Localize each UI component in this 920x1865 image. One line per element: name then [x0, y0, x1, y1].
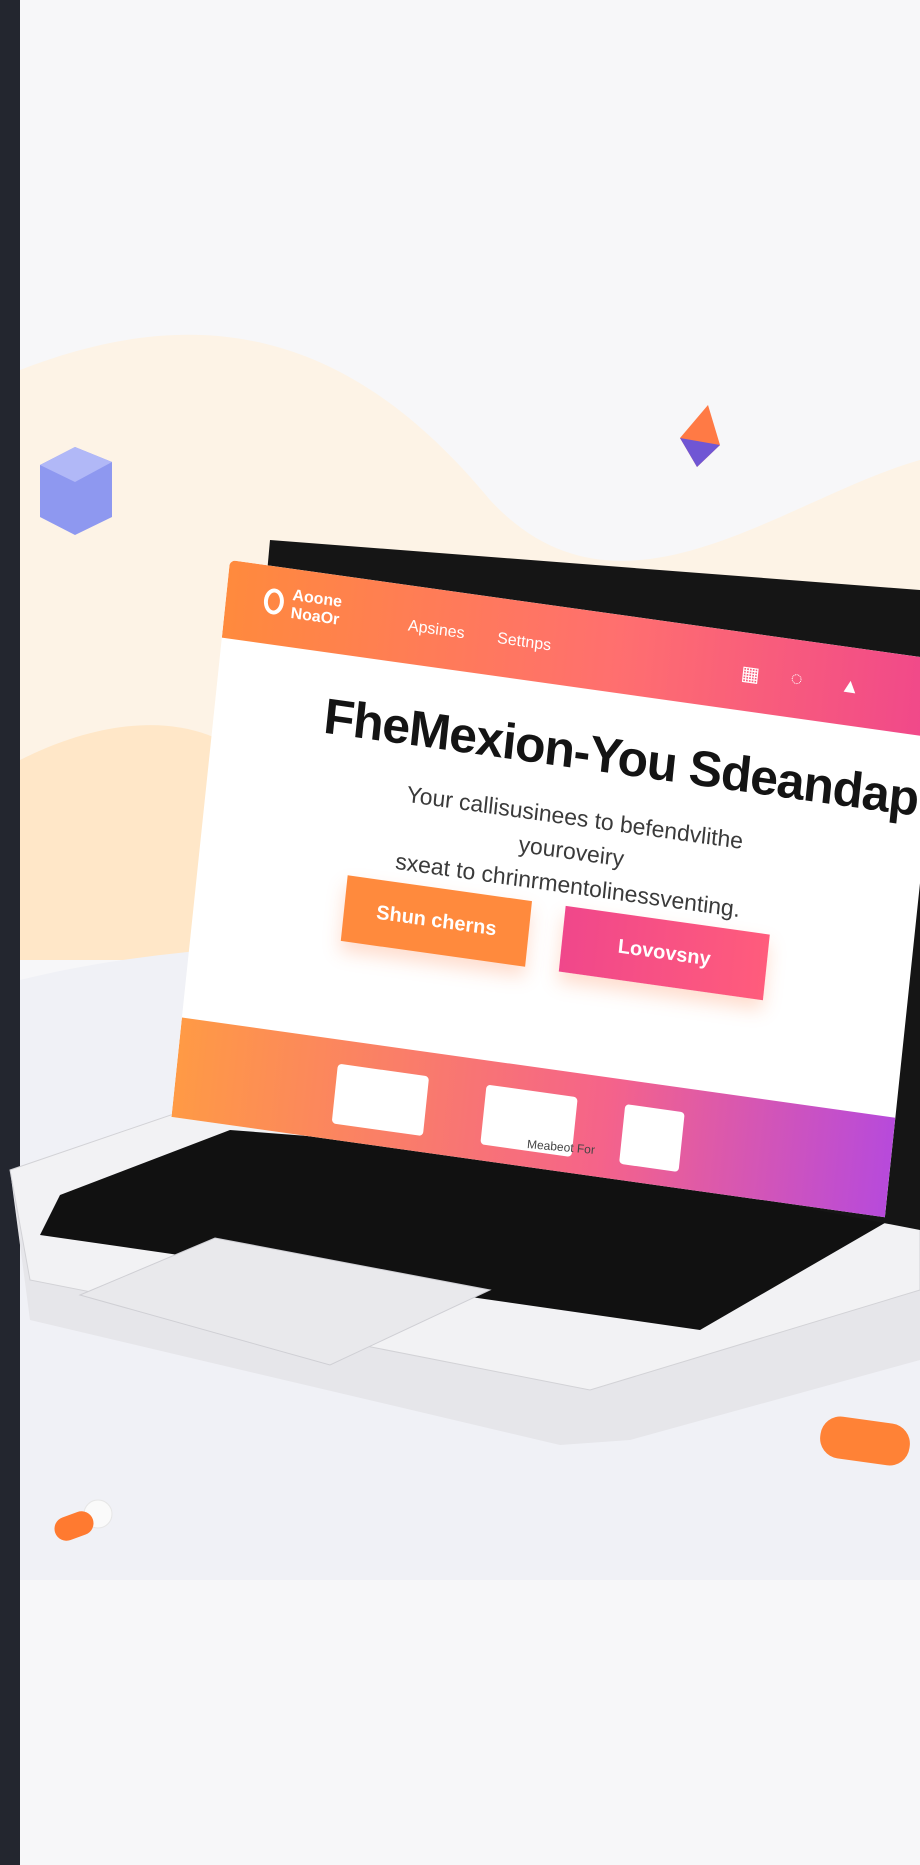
shopping-bag-icon[interactable]: ▦	[740, 660, 761, 687]
chat-icon[interactable]: ◌	[789, 667, 804, 692]
site-logo[interactable]: Aoone NoaOr	[290, 587, 383, 635]
bell-icon[interactable]: ▲	[839, 674, 861, 700]
footer-card	[619, 1104, 685, 1173]
website-mockup: Aoone NoaOr Apsines Settnps ▦ ◌ ▲ FheMex…	[171, 560, 920, 1218]
logo-icon	[262, 587, 286, 616]
laptop-screen: Aoone NoaOr Apsines Settnps ▦ ◌ ▲ FheMex…	[171, 560, 920, 1218]
nav-link-apsines[interactable]: Apsines	[407, 617, 465, 643]
footer-card	[331, 1063, 430, 1137]
nav-link-settnps[interactable]: Settnps	[496, 630, 552, 655]
